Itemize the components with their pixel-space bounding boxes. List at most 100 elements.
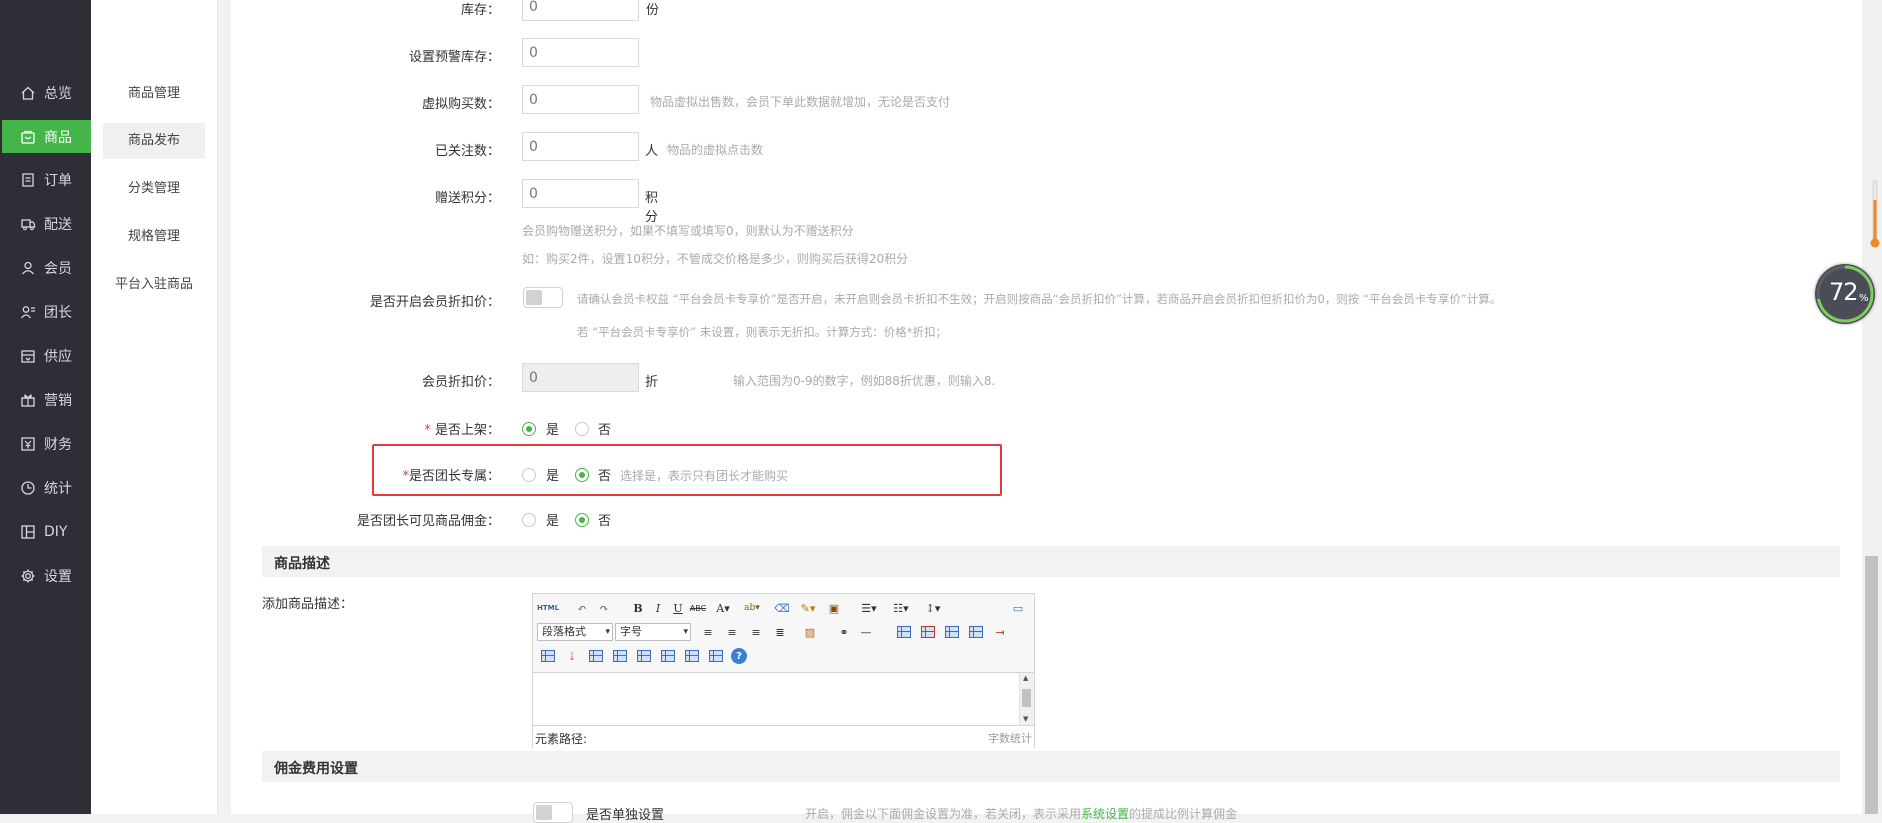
on-shelf-label-text: 是否上架： xyxy=(434,423,500,438)
delete-row-icon[interactable]: ⇥ xyxy=(991,624,1009,640)
eraser-icon[interactable]: ⌫ xyxy=(773,600,791,616)
align-center-icon[interactable]: ≡ xyxy=(723,624,741,640)
chevron-down-icon: ▾ xyxy=(683,627,688,637)
html-source-button[interactable]: HTML xyxy=(537,600,559,616)
submenu-item-category-manage[interactable]: 分类管理 xyxy=(103,171,205,207)
performance-widget[interactable]: 72 % xyxy=(1815,264,1875,324)
merge-cells-icon[interactable] xyxy=(589,650,603,662)
system-settings-link[interactable]: 系统设置 xyxy=(1081,807,1129,821)
points-input[interactable] xyxy=(522,179,639,208)
font-color-icon[interactable]: A▾ xyxy=(711,600,735,616)
insert-col-icon[interactable] xyxy=(541,650,555,662)
member-discount-label: 会员折扣价： xyxy=(421,375,500,390)
word-count-label: 字数统计 xyxy=(988,732,1032,745)
insert-row-icon[interactable] xyxy=(969,626,983,638)
split-cells-icon[interactable] xyxy=(661,650,675,662)
page-scroll-thumb[interactable] xyxy=(1865,556,1878,814)
scroll-down-icon[interactable]: ▼ xyxy=(1023,715,1028,723)
underline-icon[interactable]: U xyxy=(669,600,687,616)
editor-scrollbar[interactable]: ▲ ▼ xyxy=(1019,673,1034,725)
sidebar-item-marketing[interactable]: 营销 xyxy=(2,383,91,416)
followers-input[interactable] xyxy=(522,132,639,161)
submenu-item-goods-manage[interactable]: 商品管理 xyxy=(103,76,205,112)
submenu-item-goods-publish[interactable]: 商品发布 xyxy=(103,123,205,159)
sidebar-item-settings[interactable]: 设置 xyxy=(2,559,91,592)
leader-commission-radio-yes[interactable] xyxy=(522,513,536,527)
paste-text-icon[interactable]: ▣ xyxy=(825,600,843,616)
followers-hint: 物品的虚拟点击数 xyxy=(667,143,764,157)
ordered-list-icon[interactable]: ☰▾ xyxy=(855,600,883,616)
merge-down-icon[interactable] xyxy=(637,650,651,662)
leader-icon xyxy=(20,304,36,320)
leader-only-hint: 选择是，表示只有团长才能购买 xyxy=(620,469,789,483)
search-replace-icon[interactable]: ⚭ xyxy=(835,624,853,640)
align-right-icon[interactable]: ≡ xyxy=(747,624,765,640)
unordered-list-icon[interactable]: ☷▾ xyxy=(887,600,915,616)
paragraph-format-select[interactable]: 段落格式 ▾ xyxy=(537,623,613,641)
horizontal-rule-icon[interactable]: — xyxy=(857,624,875,640)
redo-icon[interactable]: ↷ xyxy=(595,600,613,616)
sidebar-item-supply[interactable]: 供应 xyxy=(2,339,91,372)
align-justify-icon[interactable]: ≣ xyxy=(771,624,789,640)
stock-input[interactable] xyxy=(522,0,639,21)
italic-icon[interactable]: I xyxy=(649,600,667,616)
format-brush-icon[interactable]: ✎▾ xyxy=(795,600,821,616)
sidebar-item-overview[interactable]: 总览 xyxy=(2,76,91,109)
on-shelf-radio-yes[interactable] xyxy=(522,422,536,436)
virtual-sales-input[interactable] xyxy=(522,85,639,114)
undo-icon[interactable]: ↶ xyxy=(573,600,591,616)
delete-col-icon[interactable]: ⇣ xyxy=(563,648,581,664)
diy-icon xyxy=(20,524,36,540)
warn-stock-input[interactable] xyxy=(522,38,639,67)
sidebar-item-leader[interactable]: 团长 xyxy=(2,295,91,328)
sidebar-item-members[interactable]: 会员 xyxy=(2,251,91,284)
leader-only-radio-yes[interactable] xyxy=(522,468,536,482)
split-cols-icon[interactable] xyxy=(709,650,723,662)
align-left-icon[interactable]: ≡ xyxy=(699,624,717,640)
delivery-icon xyxy=(20,216,36,232)
on-shelf-radio-no[interactable] xyxy=(575,422,589,436)
commission-custom-toggle[interactable] xyxy=(533,802,573,823)
main-content xyxy=(231,0,1862,814)
submenu-item-spec-manage[interactable]: 规格管理 xyxy=(103,219,205,255)
split-rows-icon[interactable] xyxy=(685,650,699,662)
leader-commission-radio-no[interactable] xyxy=(575,513,589,527)
warn-stock-label: 设置预警库存： xyxy=(408,50,500,65)
submenu-item-platform-goods[interactable]: 平台入驻商品 xyxy=(103,267,205,303)
main-sidebar: 总览 商品 订单 配送 会员 团长 供应 营销 财务 统计 DIY 设置 xyxy=(0,0,91,814)
sidebar-item-orders[interactable]: 订单 xyxy=(2,163,91,196)
editor-scroll-thumb[interactable] xyxy=(1022,689,1031,707)
sidebar-item-label: 供应 xyxy=(44,348,72,365)
strikethrough-icon[interactable]: ABC xyxy=(689,600,707,616)
fullscreen-icon[interactable]: ▭ xyxy=(1009,600,1027,616)
leader-only-label-text: 是否团长专属： xyxy=(408,469,500,484)
font-size-select[interactable]: 字号 ▾ xyxy=(615,623,691,641)
perf-value: 72 xyxy=(1829,278,1859,306)
sidebar-item-diy[interactable]: DIY xyxy=(2,515,91,548)
goods-icon xyxy=(20,129,36,145)
followers-unit: 人 xyxy=(645,144,659,159)
stock-unit: 份 xyxy=(646,3,660,18)
delete-table-icon[interactable] xyxy=(921,626,935,638)
sidebar-item-goods[interactable]: 商品 xyxy=(2,120,91,153)
commission-section-title: 佣金费用设置 xyxy=(274,761,358,777)
editor-content-area[interactable] xyxy=(533,673,1034,725)
bold-icon[interactable]: B xyxy=(629,600,647,616)
sidebar-item-finance[interactable]: 财务 xyxy=(2,427,91,460)
leader-only-radio-no[interactable] xyxy=(575,468,589,482)
insert-table-icon[interactable] xyxy=(897,626,911,638)
merge-right-icon[interactable] xyxy=(613,650,627,662)
leader-only-label: *是否团长专属： xyxy=(300,465,500,484)
line-height-icon[interactable]: ↕▾ xyxy=(919,600,947,616)
sidebar-item-delivery[interactable]: 配送 xyxy=(2,207,91,240)
member-discount-toggle[interactable] xyxy=(523,287,563,308)
highlight-color-icon[interactable]: ab▾ xyxy=(739,600,765,616)
sidebar-item-label: 会员 xyxy=(44,260,72,277)
insert-paragraph-before-table-icon[interactable] xyxy=(945,626,959,638)
sidebar-item-stats[interactable]: 统计 xyxy=(2,471,91,504)
member-discount-input[interactable] xyxy=(522,363,639,392)
page-scrollbar[interactable] xyxy=(1862,0,1882,814)
scroll-up-icon[interactable]: ▲ xyxy=(1023,674,1028,682)
help-icon[interactable]: ? xyxy=(731,648,747,664)
image-icon[interactable]: ▨ xyxy=(801,624,819,640)
